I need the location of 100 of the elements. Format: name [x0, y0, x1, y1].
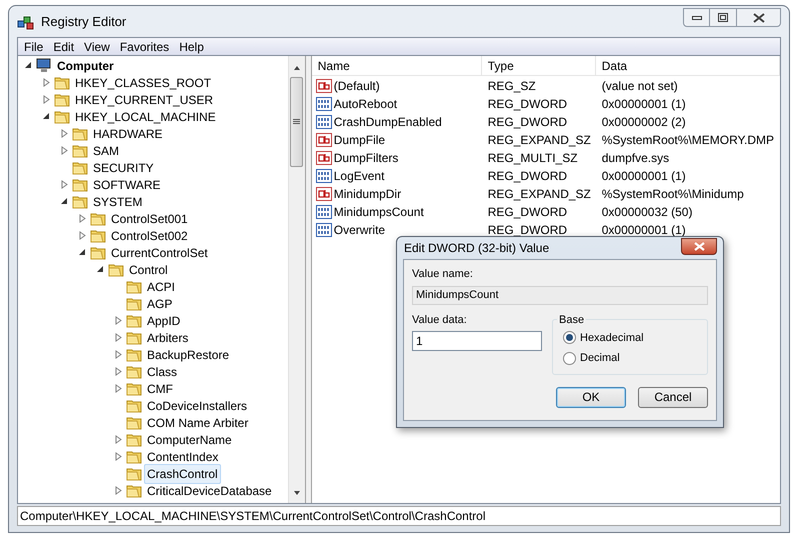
value-name[interactable]: LogEvent: [334, 167, 384, 185]
collapse-arrow-icon[interactable]: [96, 265, 105, 274]
value-data-field[interactable]: 1: [412, 331, 542, 351]
folder-icon: [126, 347, 142, 362]
restore-icon: [718, 13, 728, 22]
expand-arrow-icon[interactable]: [114, 384, 123, 393]
tree-item[interactable]: COM Name Arbiter: [144, 412, 252, 432]
tree-item[interactable]: ContentIndex: [144, 446, 222, 466]
column-header[interactable]: Data: [596, 56, 780, 75]
binary-value-icon: [316, 205, 332, 219]
value-type: REG_DWORD: [488, 223, 568, 237]
expand-arrow-icon[interactable]: [60, 129, 69, 138]
tree-item[interactable]: SYSTEM: [90, 192, 146, 212]
scrollbar[interactable]: [288, 56, 305, 503]
tree-item[interactable]: SECURITY: [90, 158, 157, 178]
dialog-button[interactable]: OK: [556, 386, 626, 408]
column-header[interactable]: Type: [482, 56, 596, 75]
minimize-icon: [692, 16, 702, 20]
expand-arrow-icon[interactable]: [114, 486, 123, 495]
value-type: REG_EXPAND_SZ: [488, 187, 591, 201]
folder-icon: [126, 483, 142, 498]
value-name[interactable]: (Default): [334, 77, 380, 95]
tree-item[interactable]: ControlSet001: [108, 208, 191, 228]
value-type: REG_SZ: [488, 79, 536, 93]
computer-icon: [36, 58, 52, 73]
radio-button[interactable]: [563, 352, 576, 365]
value-data: dumpfve.sys: [602, 151, 670, 165]
tree-item[interactable]: SOFTWARE: [90, 174, 164, 194]
expand-arrow-icon[interactable]: [114, 367, 123, 376]
tree-item[interactable]: HARDWARE: [90, 124, 166, 144]
status-bar-path: Computer\HKEY_LOCAL_MACHINE\SYSTEM\CurrentControlSet\Control\CrashControl: [20, 508, 486, 525]
tree-item[interactable]: CrashControl: [144, 464, 221, 484]
tree-item[interactable]: CriticalDeviceDatabase: [144, 480, 275, 500]
tree-item[interactable]: BackupRestore: [144, 344, 232, 364]
tree-item[interactable]: ControlSet002: [108, 226, 191, 246]
dialog-title: Edit DWORD (32-bit) Value: [403, 240, 550, 257]
value-name[interactable]: MinidumpDir: [334, 185, 402, 203]
value-type: REG_DWORD: [488, 115, 568, 129]
menu-item[interactable]: View: [80, 38, 114, 56]
menu-item[interactable]: Help: [175, 38, 208, 56]
collapse-arrow-icon[interactable]: [24, 61, 33, 70]
value-type: REG_DWORD: [488, 97, 568, 111]
tree-item[interactable]: HKEY_LOCAL_MACHINE: [72, 106, 219, 126]
folder-icon: [126, 398, 142, 413]
tree-item[interactable]: ComputerName: [144, 430, 235, 450]
field-label: Value name:: [412, 267, 474, 282]
collapse-arrow-icon[interactable]: [78, 248, 87, 257]
value-name[interactable]: Overwrite: [334, 221, 386, 239]
binary-value-icon: [316, 223, 332, 237]
tree-item[interactable]: HKEY_CLASSES_ROOT: [72, 72, 214, 92]
folder-icon: [126, 364, 142, 379]
folder-icon: [126, 415, 142, 430]
tree-item[interactable]: Arbiters: [144, 328, 192, 348]
folder-icon: [90, 211, 106, 226]
value-name[interactable]: CrashDumpEnabled: [334, 113, 442, 131]
tree-item[interactable]: CoDeviceInstallers: [144, 396, 250, 416]
expand-arrow-icon[interactable]: [60, 146, 69, 155]
tree-item[interactable]: CurrentControlSet: [108, 242, 211, 262]
folder-icon: [72, 143, 88, 158]
close-button[interactable]: [681, 238, 717, 255]
value-name[interactable]: DumpFilters: [334, 149, 398, 167]
tree-item[interactable]: AppID: [144, 310, 184, 330]
tree-item[interactable]: HKEY_CURRENT_USER: [72, 90, 216, 110]
tree-item[interactable]: Class: [144, 362, 180, 382]
expand-arrow-icon[interactable]: [114, 435, 123, 444]
menu-item[interactable]: Favorites: [116, 38, 174, 56]
cubes-icon: [17, 14, 35, 30]
expand-arrow-icon[interactable]: [78, 231, 87, 240]
collapse-arrow-icon[interactable]: [42, 112, 51, 121]
menu-item[interactable]: Edit: [49, 38, 78, 56]
expand-arrow-icon[interactable]: [78, 214, 87, 223]
dialog-button[interactable]: Cancel: [638, 386, 708, 408]
radio-button[interactable]: [563, 331, 576, 344]
menu-item[interactable]: File: [20, 38, 48, 56]
tree-item[interactable]: CMF: [144, 378, 176, 398]
binary-value-icon: [316, 169, 332, 183]
expand-arrow-icon[interactable]: [114, 350, 123, 359]
column-header[interactable]: Name: [312, 56, 482, 75]
tree-item[interactable]: SAM: [90, 140, 122, 160]
maximize-button[interactable]: [710, 8, 736, 27]
expand-arrow-icon[interactable]: [60, 180, 69, 189]
collapse-arrow-icon[interactable]: [60, 197, 69, 206]
value-name[interactable]: AutoReboot: [334, 95, 398, 113]
value-name[interactable]: MinidumpsCount: [334, 203, 424, 221]
folder-icon: [90, 228, 106, 243]
tree-item[interactable]: Computer: [54, 56, 117, 76]
value-name[interactable]: DumpFile: [334, 131, 386, 149]
close-button[interactable]: [736, 8, 781, 27]
binary-value-icon: [316, 115, 332, 129]
tree-item[interactable]: AGP: [144, 294, 176, 314]
expand-arrow-icon[interactable]: [114, 316, 123, 325]
expand-arrow-icon[interactable]: [42, 78, 51, 87]
expand-arrow-icon[interactable]: [114, 333, 123, 342]
expand-arrow-icon[interactable]: [42, 95, 51, 104]
tree-item[interactable]: ACPI: [144, 276, 178, 296]
expand-arrow-icon[interactable]: [114, 452, 123, 461]
minimize-button[interactable]: [683, 8, 710, 27]
folder-icon: [54, 109, 70, 124]
tree-item[interactable]: Control: [126, 260, 171, 280]
folder-icon: [126, 330, 142, 345]
